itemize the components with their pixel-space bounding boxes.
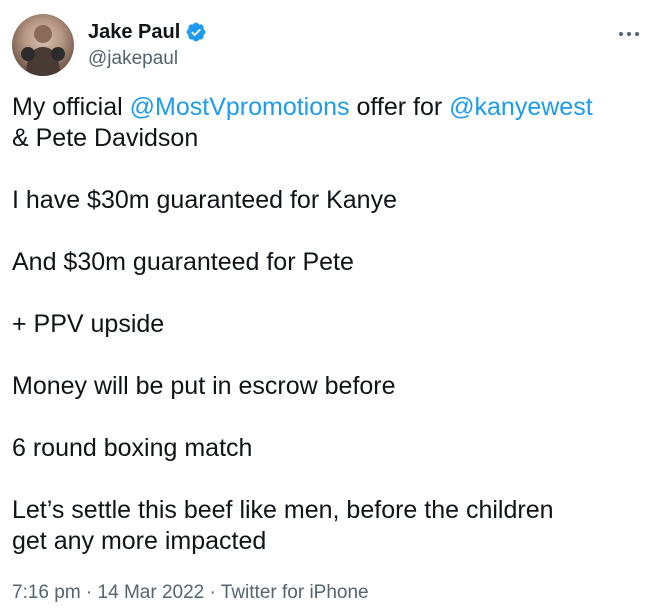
tweet-header: Jake Paul @jakepaul xyxy=(12,14,648,78)
more-dot xyxy=(635,32,639,36)
tweet-paragraph: Let’s settle this beef like men, before … xyxy=(12,495,652,557)
tweet-date-link[interactable]: 14 Mar 2022 xyxy=(98,582,205,603)
more-horizontal-icon xyxy=(619,32,623,36)
tweet-paragraph: I have $30m guaranteed for Kanye xyxy=(12,186,397,214)
mention-link[interactable]: @kanyewest xyxy=(449,93,593,121)
author-handle[interactable]: @jakepaul xyxy=(88,46,207,72)
tweet-paragraph: + PPV upside xyxy=(12,310,165,338)
tweet-source: Twitter for iPhone xyxy=(220,582,369,603)
tweet-metadata: 7:16 pm · 14 Mar 2022 · Twitter for iPho… xyxy=(12,580,369,606)
tweet-paragraph: My official @MostVpromotions offer for @… xyxy=(12,92,652,154)
tweet-text-segment: & Pete Davidson xyxy=(12,124,199,152)
tweet-time-link[interactable]: 7:16 pm xyxy=(12,582,81,603)
mention-link[interactable]: @MostVpromotions xyxy=(130,93,350,121)
author-display-name[interactable]: Jake Paul xyxy=(88,20,180,44)
tweet-paragraph: Money will be put in escrow before xyxy=(12,372,396,400)
author-avatar[interactable] xyxy=(12,14,74,76)
verified-badge-icon xyxy=(185,21,207,43)
tweet-paragraph: And $30m guaranteed for Pete xyxy=(12,248,354,276)
tweet-paragraph: 6 round boxing match xyxy=(12,434,253,462)
tweet-text: My official @MostVpromotions offer for @… xyxy=(12,92,652,557)
meta-separator: · xyxy=(80,582,98,603)
tweet-text-segment: get any more impacted xyxy=(12,527,267,555)
tweet-text-segment: offer for xyxy=(349,93,450,121)
tweet-text-segment: Let’s settle this beef like men, before … xyxy=(12,496,554,524)
display-name-row: Jake Paul xyxy=(88,20,207,44)
author-names: Jake Paul @jakepaul xyxy=(88,20,207,72)
more-options-button[interactable] xyxy=(614,24,644,44)
avatar-image-icon xyxy=(21,25,65,76)
more-dot xyxy=(627,32,631,36)
meta-separator: · xyxy=(204,582,221,603)
tweet-text-segment: My official xyxy=(12,93,130,121)
tweet-card: Jake Paul @jakepaul My official @MostVpr… xyxy=(0,0,660,612)
